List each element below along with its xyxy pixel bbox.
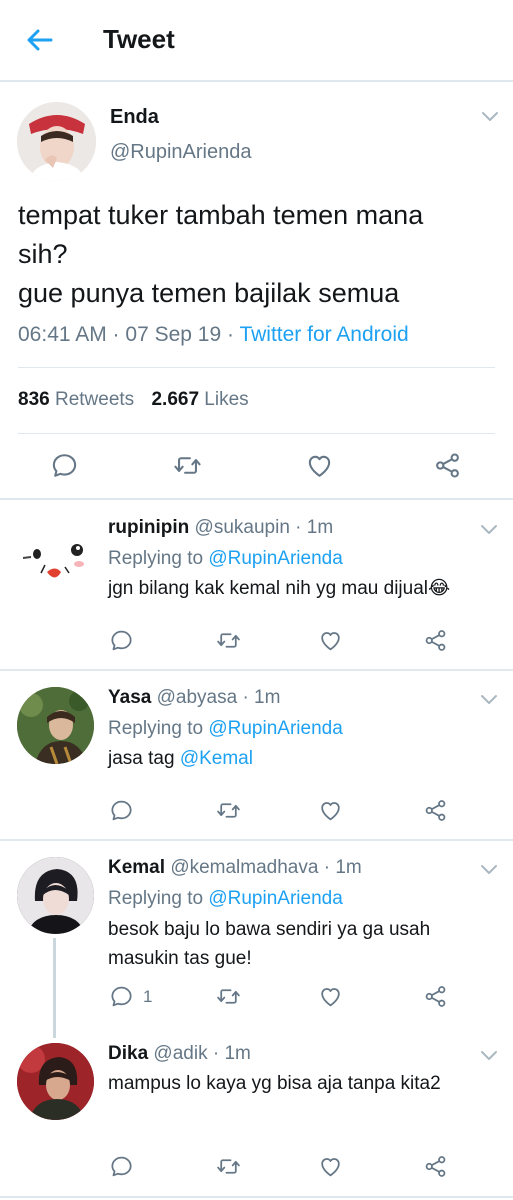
tweet-text-line: sih?	[18, 239, 68, 269]
tweet-text: tempat tuker tambah temen mana sih? gue …	[18, 196, 423, 313]
share-icon[interactable]	[423, 984, 448, 1009]
replying-to-mention[interactable]: @RupinArienda	[208, 718, 342, 739]
divider	[0, 839, 513, 841]
replying-to: Replying to @RupinArienda	[108, 888, 343, 910]
tweet-author-name[interactable]: Enda	[110, 106, 159, 129]
replying-to-mention[interactable]: @RupinArienda	[208, 548, 342, 569]
back-arrow-icon[interactable]	[24, 24, 56, 56]
share-icon[interactable]	[423, 1154, 448, 1179]
reply-count: 1	[143, 987, 153, 1006]
chevron-down-icon[interactable]	[481, 111, 499, 123]
chevron-down-icon[interactable]	[480, 524, 498, 536]
reply-author-handle[interactable]: @sukaupin · 1m	[195, 517, 334, 538]
avatar[interactable]	[17, 517, 94, 594]
reply-author-name[interactable]: Yasa	[108, 687, 151, 708]
like-icon[interactable]	[318, 628, 343, 653]
replying-to-mention[interactable]: @RupinArienda	[208, 888, 342, 909]
reply-text: jasa tag @Kemal	[108, 744, 253, 773]
tweet-author-handle[interactable]: @RupinArienda	[110, 141, 252, 164]
retweet-icon[interactable]	[216, 1154, 241, 1179]
retweets-stat[interactable]: 836 Retweets	[18, 389, 134, 410]
reply-text: besok baju lo bawa sendiri ya ga usah ma…	[108, 915, 430, 973]
page-title: Tweet	[103, 24, 175, 54]
avatar[interactable]	[17, 857, 94, 934]
top-bar: Tweet	[0, 0, 513, 82]
divider	[0, 669, 513, 671]
chevron-down-icon[interactable]	[480, 694, 498, 706]
retweet-icon[interactable]	[216, 984, 241, 1009]
divider	[18, 367, 495, 368]
replying-to: Replying to @RupinArienda	[108, 548, 343, 570]
reply-author-name[interactable]: Dika	[108, 1043, 148, 1064]
tweet-timestamp: 06:41 AM · 07 Sep 19 ·	[18, 323, 240, 346]
tweet-text-line: gue punya temen bajilak semua	[18, 278, 400, 308]
reply-icon[interactable]	[109, 628, 134, 653]
replying-to-prefix: Replying to	[108, 888, 209, 909]
reply-author-handle[interactable]: @kemalmadhava · 1m	[170, 857, 361, 878]
like-icon[interactable]	[318, 984, 343, 1009]
share-icon[interactable]	[433, 451, 462, 480]
tweet-source-link[interactable]: Twitter for Android	[239, 323, 408, 346]
reply-text: mampus lo kaya yg bisa aja tanpa kita2	[108, 1073, 441, 1094]
replying-to-prefix: Replying to	[108, 718, 209, 739]
reply-header: Yasa @abyasa · 1m	[108, 687, 280, 709]
like-icon[interactable]	[305, 451, 334, 480]
share-icon[interactable]	[423, 798, 448, 823]
reply-icon[interactable]	[109, 984, 134, 1009]
thread-connector-line	[53, 938, 56, 1038]
tweet-text-line: tempat tuker tambah temen mana	[18, 200, 424, 230]
likes-label: Likes	[204, 389, 249, 410]
reply-author-handle[interactable]: @abyasa · 1m	[157, 687, 281, 708]
divider	[0, 498, 513, 500]
reply-icon[interactable]	[109, 798, 134, 823]
likes-stat[interactable]: 2.667 Likes	[151, 389, 248, 410]
like-icon[interactable]	[318, 798, 343, 823]
reply-author-name[interactable]: Kemal	[108, 857, 165, 878]
reply-icon[interactable]	[50, 451, 79, 480]
share-icon[interactable]	[423, 628, 448, 653]
like-icon[interactable]	[318, 1154, 343, 1179]
retweet-icon[interactable]	[173, 451, 202, 480]
chevron-down-icon[interactable]	[480, 864, 498, 876]
reply-header: rupinipin @sukaupin · 1m	[108, 517, 333, 539]
retweets-count: 836	[18, 389, 50, 410]
avatar[interactable]	[17, 687, 94, 764]
reply-author-handle[interactable]: @adik · 1m	[153, 1043, 250, 1064]
reply-text-line: besok baju lo bawa sendiri ya ga usah	[108, 919, 431, 940]
replying-to: Replying to @RupinArienda	[108, 718, 343, 740]
reply-header: Kemal @kemalmadhava · 1m	[108, 857, 362, 879]
retweets-label: Retweets	[54, 389, 135, 410]
avatar[interactable]	[17, 1043, 94, 1120]
avatar[interactable]	[17, 102, 96, 181]
mention-link[interactable]: @Kemal	[180, 748, 253, 769]
replying-to-prefix: Replying to	[108, 548, 209, 569]
tweet-meta: 06:41 AM · 07 Sep 19 · Twitter for Andro…	[18, 323, 409, 347]
reply-text-body: jasa tag	[108, 748, 180, 769]
divider	[18, 433, 495, 434]
chevron-down-icon[interactable]	[480, 1050, 498, 1062]
reply-author-name[interactable]: rupinipin	[108, 517, 189, 538]
reply-text-line: masukin tas gue!	[108, 948, 252, 969]
reply-text: jgn bilang kak kemal nih yg mau dijual😂	[108, 578, 451, 599]
retweet-icon[interactable]	[216, 798, 241, 823]
retweet-icon[interactable]	[216, 628, 241, 653]
reply-icon[interactable]	[109, 1154, 134, 1179]
divider	[0, 1196, 513, 1198]
reply-header: Dika @adik · 1m	[108, 1043, 251, 1065]
likes-count: 2.667	[151, 389, 200, 410]
tweet-stats: 836 Retweets 2.667 Likes	[18, 389, 249, 411]
